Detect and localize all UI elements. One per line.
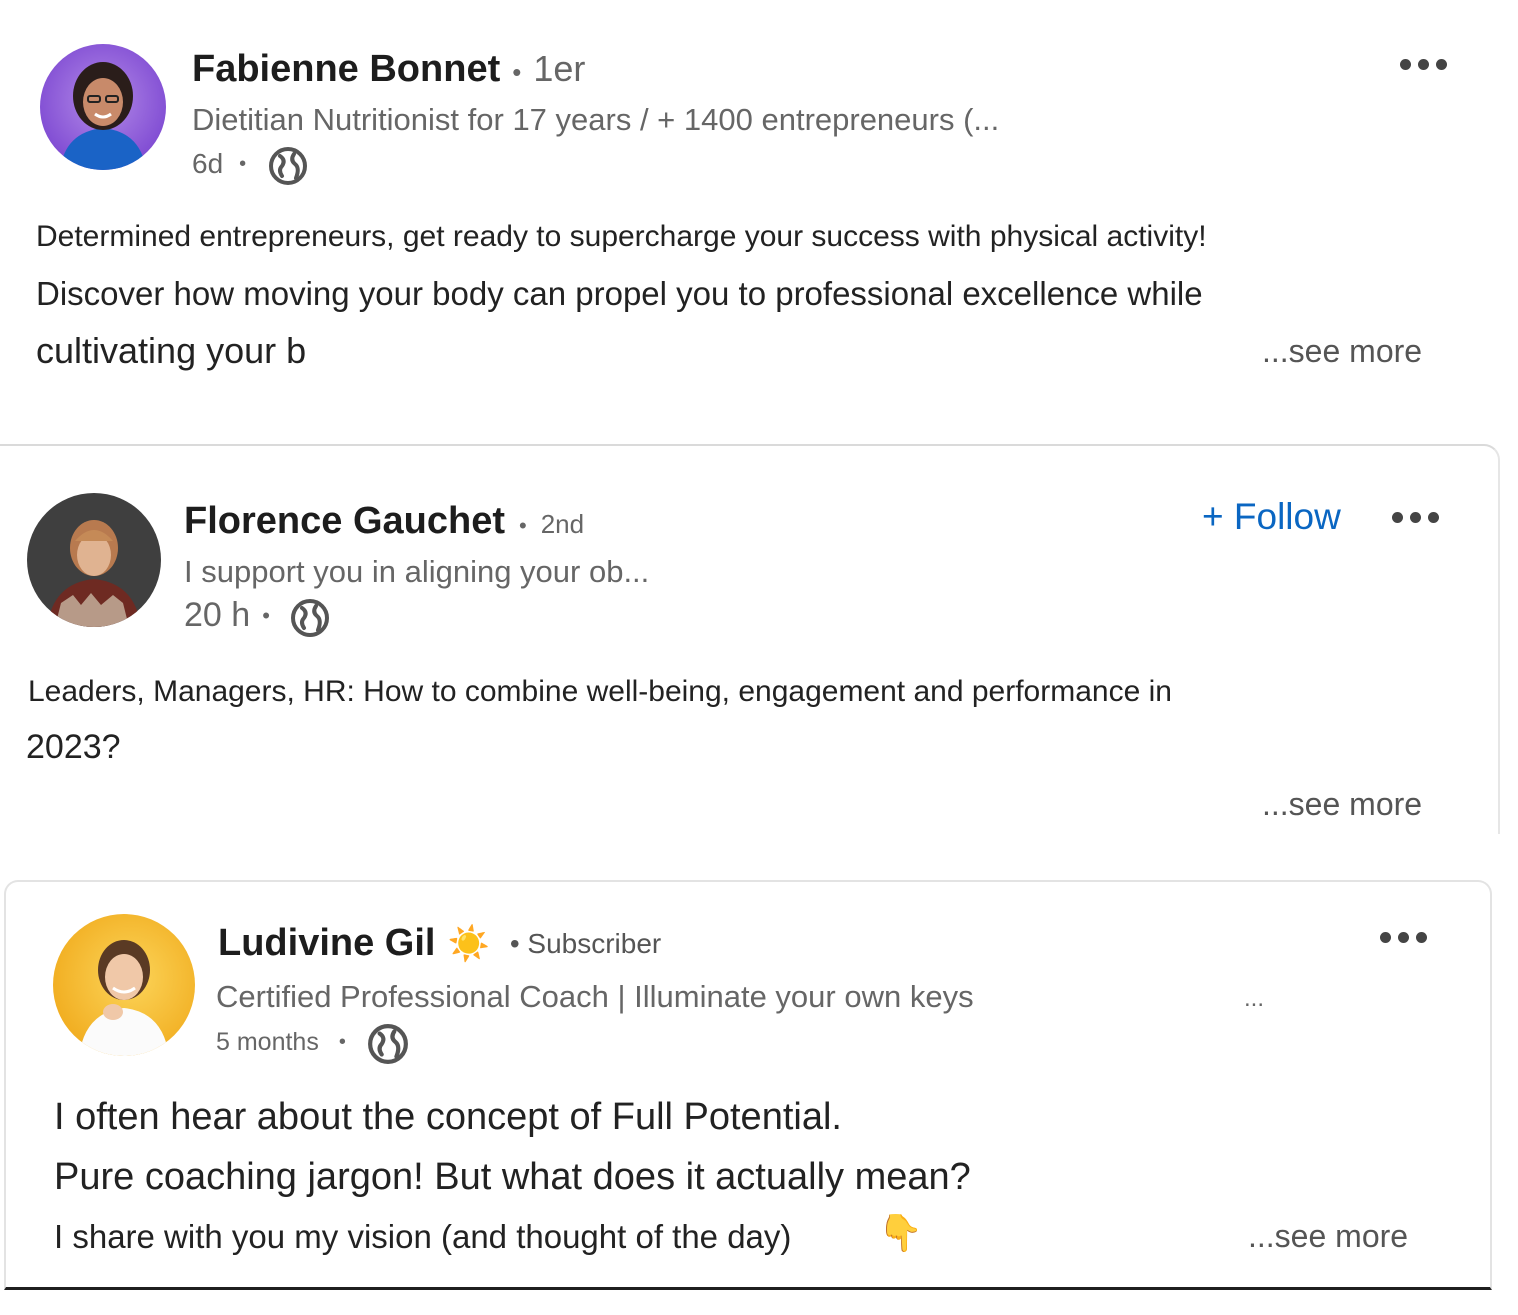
avatar[interactable]: [53, 914, 195, 1056]
post-text-line: 2023?: [26, 728, 121, 766]
connection-degree: 2nd: [540, 509, 585, 539]
separator-dot: •: [518, 513, 527, 538]
post-text-line: Determined entrepreneurs, get ready to s…: [36, 220, 1207, 253]
globe-icon: [291, 599, 329, 637]
connection-degree: • Subscriber: [509, 927, 662, 959]
headline-overflow: ...: [1244, 985, 1265, 1012]
post-time: 5 months: [216, 1028, 319, 1056]
follow-button[interactable]: + Follow: [1202, 496, 1341, 538]
post-text-line: Pure coaching jargon! But what does it a…: [54, 1156, 971, 1198]
pointing-down-emoji-icon: 👇: [878, 1212, 923, 1253]
separator-dot: •: [338, 1031, 346, 1053]
ellipsis-icon: [1392, 512, 1403, 523]
avatar[interactable]: [40, 44, 166, 170]
author-name[interactable]: Florence Gauchet: [184, 500, 505, 543]
see-more-link[interactable]: ...see more: [1248, 1218, 1408, 1255]
post-text-line: I often hear about the concept of Full P…: [54, 1096, 842, 1138]
post-text-line: Discover how moving your body can propel…: [36, 275, 1203, 312]
post-text-line: Leaders, Managers, HR: How to combine we…: [28, 675, 1172, 708]
post-menu-button[interactable]: [1392, 512, 1439, 523]
author-name[interactable]: Fabienne Bonnet: [192, 48, 500, 91]
post-time: 20 h: [184, 596, 251, 634]
separator-dot: •: [239, 152, 247, 175]
author-headline[interactable]: I support you in aligning your ob...: [184, 554, 649, 590]
feed-post-fabienne: Fabienne Bonnet • 1er Dietitian Nutritio…: [0, 0, 1500, 444]
feed-post-ludivine: Ludivine Gil ☀️ • Subscriber Certified P…: [4, 880, 1492, 1290]
see-more-link[interactable]: ...see more: [1262, 333, 1422, 370]
post-menu-button[interactable]: [1400, 59, 1447, 70]
separator-dot: •: [512, 57, 522, 87]
ellipsis-icon: [1380, 932, 1391, 943]
post-menu-button[interactable]: [1380, 932, 1427, 943]
post-text-line: I share with you my vision (and thought …: [54, 1218, 792, 1255]
author-name[interactable]: Ludivine Gil: [218, 922, 435, 965]
post-time: 6d: [192, 148, 224, 179]
avatar[interactable]: [27, 493, 161, 627]
author-headline[interactable]: Dietitian Nutritionist for 17 years / + …: [192, 102, 999, 138]
sun-emoji-icon: ☀️: [447, 924, 490, 963]
ellipsis-icon: [1400, 59, 1411, 70]
globe-icon: [269, 147, 307, 185]
connection-degree: 1er: [533, 48, 586, 89]
see-more-link[interactable]: ...see more: [1262, 786, 1422, 823]
author-headline[interactable]: Certified Professional Coach | Illuminat…: [216, 979, 974, 1015]
post-text-line: cultivating your b: [36, 330, 307, 371]
globe-icon: [368, 1024, 408, 1064]
feed-post-florence: Florence Gauchet • 2nd I support you in …: [0, 444, 1500, 834]
separator-dot: •: [262, 602, 270, 628]
